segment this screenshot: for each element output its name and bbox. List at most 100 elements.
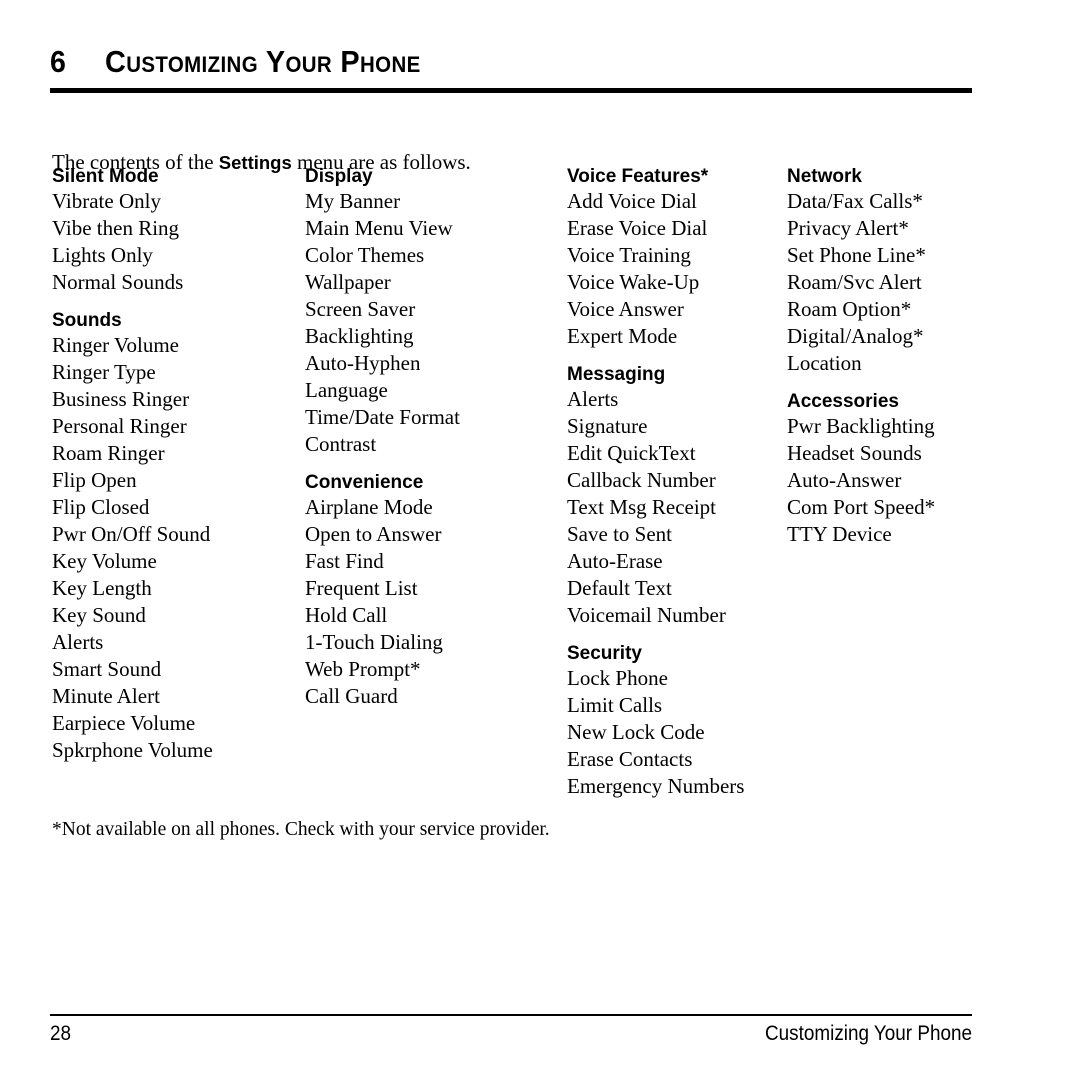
list-item: Smart Sound xyxy=(52,657,162,681)
list-item: Location xyxy=(787,351,862,375)
list-item: Default Text xyxy=(567,576,672,600)
list-item: My Banner xyxy=(305,189,401,213)
settings-column: Voice Features* Add Voice Dial Erase Voice… xyxy=(567,166,785,800)
list-item: Vibe then Ring xyxy=(52,216,180,240)
settings-section: Sounds Ringer Volume Ringer Type Business R… xyxy=(52,310,302,764)
list-item: Business Ringer xyxy=(52,387,190,411)
settings-column: Silent Mode Vibrate Only Vibe then Ring Lig… xyxy=(52,166,302,764)
list-item: Personal Ringer xyxy=(52,414,187,438)
list-item: Emergency Numbers xyxy=(567,774,745,798)
list-item: Erase Voice Dial xyxy=(567,216,708,240)
section-item-list: Vibrate Only Vibe then Ring Lights Only Nor… xyxy=(52,188,302,296)
list-item: Ringer Type xyxy=(52,360,156,384)
list-item: Digital/Analog* xyxy=(787,324,924,348)
list-item: Spkrphone Volume xyxy=(52,738,213,762)
section-heading: Sounds xyxy=(52,310,122,331)
list-item: Language xyxy=(305,378,388,402)
list-item: Alerts xyxy=(52,630,104,654)
section-item-list: Pwr Backlighting Headset Sounds Auto-Answe… xyxy=(787,413,1002,548)
list-item: Edit QuickText xyxy=(567,441,696,465)
list-item: Limit Calls xyxy=(567,693,663,717)
list-item: Fast Find xyxy=(305,549,384,573)
list-item: Privacy Alert* xyxy=(787,216,909,240)
page-footer: 28 Customizing Your Phone xyxy=(50,1022,972,1046)
list-item: Voice Answer xyxy=(567,297,684,321)
section-heading: Messaging xyxy=(567,364,666,385)
list-item: Web Prompt* xyxy=(305,657,421,681)
list-item: Com Port Speed* xyxy=(787,495,936,519)
settings-column: Display My Banner Main Menu View Color Them… xyxy=(305,166,563,710)
list-item: 1-Touch Dialing xyxy=(305,630,443,654)
section-heading: Display xyxy=(305,166,373,187)
list-item: Voicemail Number xyxy=(567,603,726,627)
list-item: Data/Fax Calls* xyxy=(787,189,923,213)
section-item-list: Add Voice Dial Erase Voice Dial Voice Trai… xyxy=(567,188,785,350)
list-item: Auto-Erase xyxy=(567,549,663,573)
list-item: Wallpaper xyxy=(305,270,391,294)
section-item-list: My Banner Main Menu View Color Themes Wallp… xyxy=(305,188,563,458)
list-item: Key Volume xyxy=(52,549,157,573)
list-item: New Lock Code xyxy=(567,720,705,744)
list-item: Alerts xyxy=(567,387,619,411)
chapter-number: 6 xyxy=(50,44,66,79)
list-item: Lock Phone xyxy=(567,666,668,690)
list-item: Add Voice Dial xyxy=(567,189,697,213)
list-item: Save to Sent xyxy=(567,522,672,546)
list-item: Hold Call xyxy=(305,603,388,627)
list-item: Flip Open xyxy=(52,468,137,492)
list-item: Minute Alert xyxy=(52,684,160,708)
list-item: TTY Device xyxy=(787,522,892,546)
list-item: Earpiece Volume xyxy=(52,711,196,735)
list-item: Pwr On/Off Sound xyxy=(52,522,211,546)
list-item: Contrast xyxy=(305,432,377,456)
list-item: Airplane Mode xyxy=(305,495,433,519)
list-item: Erase Contacts xyxy=(567,747,693,771)
section-heading: Convenience xyxy=(305,472,424,493)
list-item: Voice Wake-Up xyxy=(567,270,700,294)
list-item: Color Themes xyxy=(305,243,425,267)
section-item-list: Airplane Mode Open to Answer Fast Find Freq… xyxy=(305,494,563,710)
section-heading: Accessories xyxy=(787,391,899,412)
list-item: Set Phone Line* xyxy=(787,243,926,267)
list-item: Frequent List xyxy=(305,576,418,600)
document-page: 6 Customizing Your Phone The contents of… xyxy=(0,0,1080,1080)
footer-chapter-name: Customizing Your Phone xyxy=(765,1022,972,1045)
list-item: Flip Closed xyxy=(52,495,150,519)
page-title: Customizing Your Phone xyxy=(105,44,421,79)
settings-section: Convenience Airplane Mode Open to Answer Fa… xyxy=(305,472,563,710)
section-heading: Security xyxy=(567,643,642,664)
list-item: Key Sound xyxy=(52,603,146,627)
footer-divider xyxy=(50,1014,972,1016)
header-divider xyxy=(50,88,972,93)
list-item: Text Msg Receipt xyxy=(567,495,716,519)
settings-section: Network Data/Fax Calls* Privacy Alert* Set … xyxy=(787,166,1002,377)
list-item: Lights Only xyxy=(52,243,153,267)
footer-page-number: 28 xyxy=(50,1022,72,1045)
section-heading: Network xyxy=(787,166,862,187)
settings-section: Accessories Pwr Backlighting Headset Sound… xyxy=(787,391,1002,548)
list-item: Headset Sounds xyxy=(787,441,922,465)
list-item: Vibrate Only xyxy=(52,189,161,213)
list-item: Time/Date Format xyxy=(305,405,460,429)
list-item: Backlighting xyxy=(305,324,414,348)
list-item: Expert Mode xyxy=(567,324,678,348)
list-item: Callback Number xyxy=(567,468,716,492)
list-item: Screen Saver xyxy=(305,297,416,321)
list-item: Roam Ringer xyxy=(52,441,165,465)
footnote: *Not available on all phones. Check with… xyxy=(52,818,550,840)
list-item: Main Menu View xyxy=(305,216,453,240)
section-item-list: Alerts Signature Edit QuickText Callback Nu… xyxy=(567,386,785,629)
list-item: Roam Option* xyxy=(787,297,912,321)
settings-section: Display My Banner Main Menu View Color Them… xyxy=(305,166,563,458)
chapter-header: 6 Customizing Your Phone xyxy=(50,44,972,80)
list-item: Voice Training xyxy=(567,243,691,267)
list-item: Roam/Svc Alert xyxy=(787,270,922,294)
settings-column: Network Data/Fax Calls* Privacy Alert* Set … xyxy=(787,166,1002,548)
list-item: Signature xyxy=(567,414,648,438)
list-item: Ringer Volume xyxy=(52,333,179,357)
section-item-list: Ringer Volume Ringer Type Business Ringer P… xyxy=(52,332,302,764)
list-item: Normal Sounds xyxy=(52,270,184,294)
list-item: Open to Answer xyxy=(305,522,442,546)
section-heading: Voice Features* xyxy=(567,166,709,187)
section-heading: Silent Mode xyxy=(52,166,159,187)
